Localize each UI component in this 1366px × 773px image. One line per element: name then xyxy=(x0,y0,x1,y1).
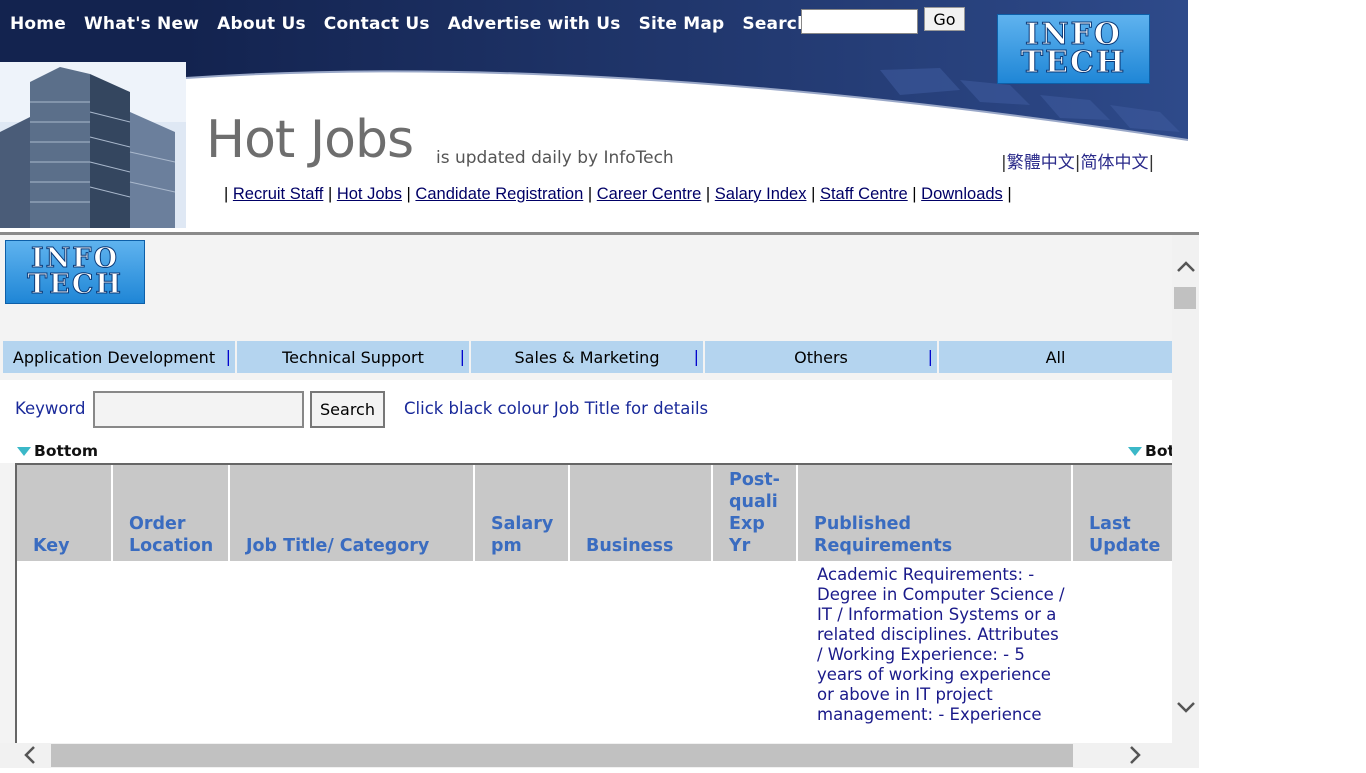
top-search-input[interactable] xyxy=(801,9,918,34)
bottom-links-row: Bottom Bot xyxy=(0,437,1172,463)
tab-label: Others xyxy=(794,347,848,367)
chevron-right-icon[interactable] xyxy=(1129,743,1143,773)
subnav-downloads[interactable]: Downloads xyxy=(921,185,1003,203)
tab-label: Technical Support xyxy=(282,347,424,367)
triangle-down-icon xyxy=(17,446,31,456)
table-cell-requirements: Academic Requirements: - Degree in Compu… xyxy=(817,565,1065,724)
keyword-label: Keyword xyxy=(15,399,86,418)
building-image xyxy=(0,62,186,228)
col-post-quali-exp[interactable]: Post-quali Exp Yr xyxy=(713,465,796,561)
bottom-link-right[interactable]: Bot xyxy=(1128,442,1172,460)
page-subtitle: is updated daily by InfoTech xyxy=(436,148,674,168)
tab-application-development[interactable]: Application Development | xyxy=(3,341,235,373)
tab-label: Application Development xyxy=(12,347,216,367)
logo-text-tech: TECH xyxy=(1020,45,1127,80)
table-header-row: Key Order Location Job Title/ Category S… xyxy=(17,465,1172,561)
keyword-input[interactable] xyxy=(93,391,304,428)
subnav-recruit-staff[interactable]: Recruit Staff xyxy=(233,185,323,203)
content-logo-text-tech: TECH xyxy=(27,269,123,300)
subnav-candidate-registration[interactable]: Candidate Registration xyxy=(415,185,583,203)
sub-navigation: | Recruit Staff | Hot Jobs | Candidate R… xyxy=(224,185,1012,203)
nav-search-label: Search xyxy=(742,14,810,34)
bottom-link-label: Bot xyxy=(1145,442,1172,460)
tab-others[interactable]: Others | xyxy=(705,341,937,373)
vertical-scroll-thumb[interactable] xyxy=(1174,287,1196,309)
bottom-link-left[interactable]: Bottom xyxy=(17,442,98,460)
tab-separator: | xyxy=(459,347,465,366)
subnav-salary-index[interactable]: Salary Index xyxy=(715,185,807,203)
subnav-hot-jobs[interactable]: Hot Jobs xyxy=(337,185,402,203)
tab-separator: | xyxy=(225,347,231,366)
nav-home[interactable]: Home xyxy=(10,14,66,34)
subnav-career-centre[interactable]: Career Centre xyxy=(597,185,702,203)
horizontal-scrollbar[interactable] xyxy=(0,743,1199,768)
search-row: Keyword Search Click black colour Job Ti… xyxy=(0,380,1172,437)
col-order-location[interactable]: Order Location xyxy=(113,465,228,561)
lang-traditional-link[interactable]: 繁體中文 xyxy=(1007,153,1075,173)
jobs-table: Key Order Location Job Title/ Category S… xyxy=(15,463,1172,743)
nav-contact-us[interactable]: Contact Us xyxy=(324,14,430,34)
nav-whats-new[interactable]: What's New xyxy=(84,14,199,34)
nav-about-us[interactable]: About Us xyxy=(217,14,306,34)
jobs-frame: INFO TECH Application Development | Tech… xyxy=(0,235,1172,743)
tab-separator: | xyxy=(927,347,933,366)
col-job-title[interactable]: Job Title/ Category xyxy=(230,465,473,561)
bottom-link-label: Bottom xyxy=(34,442,99,460)
tab-technical-support[interactable]: Technical Support | xyxy=(237,341,469,373)
tab-label: All xyxy=(1045,347,1066,367)
col-last-update[interactable]: Last Update xyxy=(1073,465,1172,561)
subnav-staff-centre[interactable]: Staff Centre xyxy=(820,185,908,203)
col-key[interactable]: Key xyxy=(17,465,111,561)
chevron-up-icon[interactable] xyxy=(1176,257,1196,278)
search-button[interactable]: Search xyxy=(310,391,385,428)
category-tabs: Application Development | Technical Supp… xyxy=(3,341,1172,373)
tab-all[interactable]: All xyxy=(939,341,1172,373)
chevron-left-icon[interactable] xyxy=(22,743,36,773)
page-title: Hot Jobs xyxy=(206,110,414,170)
tab-sales-marketing[interactable]: Sales & Marketing | xyxy=(471,341,703,373)
top-navigation: Home What's New About Us Contact Us Adve… xyxy=(10,13,827,35)
infotech-logo[interactable]: INFO TECH xyxy=(997,14,1150,84)
vertical-scrollbar[interactable] xyxy=(1172,235,1199,743)
horizontal-scroll-thumb[interactable] xyxy=(51,744,1073,767)
col-business[interactable]: Business xyxy=(570,465,711,561)
nav-advertise[interactable]: Advertise with Us xyxy=(448,14,621,34)
triangle-down-icon xyxy=(1128,446,1142,456)
tab-separator: | xyxy=(693,347,699,366)
col-published-requirements[interactable]: Published Requirements xyxy=(798,465,1071,561)
language-links: |繁體中文|简体中文| xyxy=(1001,153,1155,173)
lang-simplified-link[interactable]: 简体中文 xyxy=(1080,153,1148,173)
tab-label: Sales & Marketing xyxy=(514,347,660,367)
go-button[interactable]: Go xyxy=(924,7,965,31)
col-salary[interactable]: Salary pm xyxy=(475,465,568,561)
chevron-down-icon[interactable] xyxy=(1176,699,1196,720)
site-header: Home What's New About Us Contact Us Adve… xyxy=(0,0,1188,232)
nav-site-map[interactable]: Site Map xyxy=(639,14,725,34)
hint-text: Click black colour Job Title for details xyxy=(404,399,709,418)
content-infotech-logo[interactable]: INFO TECH xyxy=(5,240,145,304)
